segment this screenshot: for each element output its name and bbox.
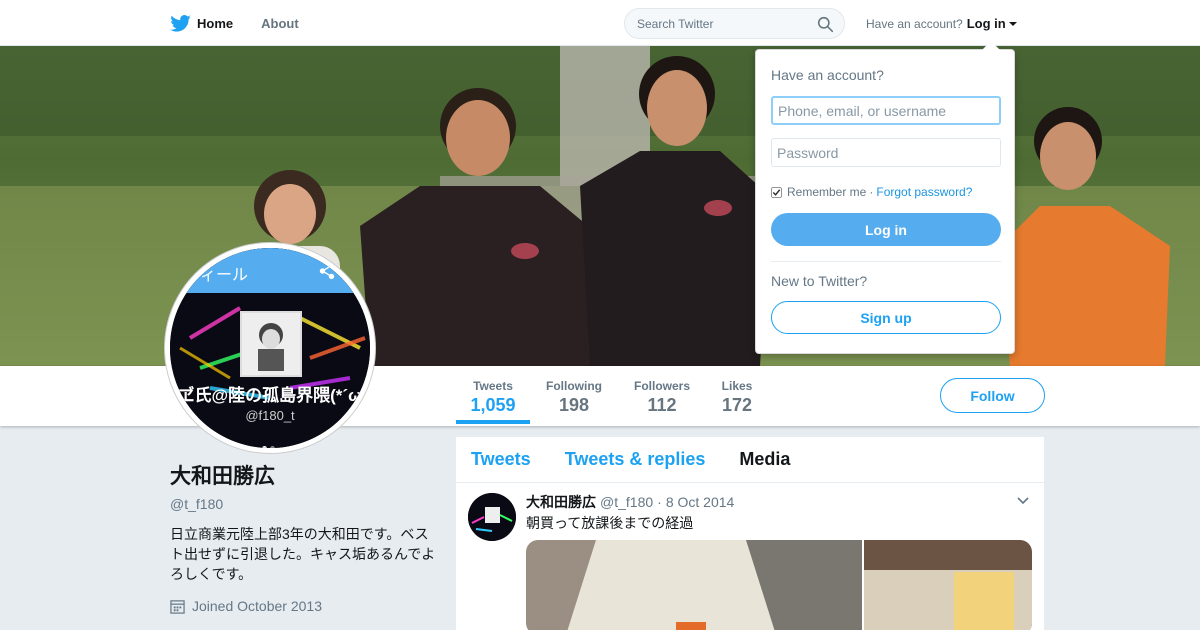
profile-avatar[interactable]: ィール ヹ氏@陸の孤島界隈(*´ω @f180_t [165,243,375,453]
profile-bio-card: 大和田勝広 @t_f180 日立商業元陸上部3年の大和田です。ベスト出せずに引退… [170,460,440,614]
login-dropdown-title: Have an account? [771,67,884,83]
sketch-figure-image [242,313,300,375]
login-menu-toggle[interactable]: Have an account? Log in [866,16,1017,31]
tweet-date[interactable]: 8 Oct 2014 [666,494,735,510]
search-placeholder: Search Twitter [637,17,714,31]
stat-tweets-value: 1,059 [470,395,516,415]
caret-down-icon [1008,21,1017,26]
profile-handle[interactable]: @t_f180 [170,496,440,512]
profile-bio: 日立商業元陸上部3年の大和田です。ベスト出せずに引退した。キャス垢あるんでよろし… [170,526,436,582]
chevron-down-icon[interactable] [1017,497,1029,505]
stat-likes-label: Likes [721,379,753,393]
username-field[interactable] [771,96,1001,125]
top-navigation-bar: Home About Search Twitter Have an accoun… [0,0,1200,46]
profile-name[interactable]: 大和田勝広 [170,460,440,490]
search-icon[interactable] [817,16,834,33]
tab-tweets[interactable]: Tweets [471,449,531,470]
avatar-header-text: ィール [200,267,249,284]
tweet-text: 朝買って放課後までの経過 [526,515,694,531]
dropdown-divider [771,261,1001,262]
carousel-dot [270,446,275,448]
tweet-media[interactable] [526,540,1032,630]
avatar-display-name: ヹ氏@陸の孤島界隈(*´ω [177,386,363,405]
search-box[interactable]: Search Twitter [624,8,845,39]
avatar-header-bar: ィール [170,248,370,293]
login-dropdown: Have an account? Remember me · Forgot pa… [755,41,1015,354]
profile-joined-text: Joined October 2013 [192,598,322,614]
tweet-photo-2[interactable] [864,540,1032,630]
stat-following-value: 198 [558,395,590,415]
new-to-twitter-text: New to Twitter? [771,273,868,289]
tweet-author-name[interactable]: 大和田勝広 [526,492,596,512]
follow-button[interactable]: Follow [940,378,1045,413]
timeline: Tweets Tweets & replies Media 大和田勝広 @t_f… [456,437,1044,630]
tweet-avatar[interactable] [468,493,516,541]
stat-following[interactable]: Following 198 [540,379,608,416]
stat-tweets[interactable]: Tweets 1,059 [456,379,530,416]
stat-followers-label: Followers [633,379,690,393]
tweet-author-handle[interactable]: @t_f180 [600,494,653,510]
remember-me-label[interactable]: Remember me [787,185,866,199]
remember-row: Remember me · Forgot password? [771,185,972,199]
remember-me-checkbox[interactable] [771,186,782,198]
login-button[interactable]: Log in [771,213,1001,246]
remember-separator: · [869,185,874,199]
login-link-label: Log in [966,16,1006,31]
calendar-icon [170,599,185,614]
carousel-dots [262,438,278,448]
nav-about-label: About [261,15,299,31]
nav-home-label: Home [197,15,234,31]
timeline-tabs: Tweets Tweets & replies Media [456,437,1044,483]
tab-media[interactable]: Media [739,449,790,470]
share-icon [319,262,335,280]
tweet[interactable]: 大和田勝広 @t_f180 · 8 Oct 2014 朝買って放課後までの経過 [456,483,1044,630]
stat-likes-value: 172 [721,395,753,415]
stat-following-label: Following [546,379,602,393]
tweet-header: 大和田勝広 @t_f180 · 8 Oct 2014 [526,492,734,512]
stat-followers-value: 112 [647,395,677,415]
stat-followers[interactable]: Followers 112 [628,379,696,416]
avatar-image: ィール ヹ氏@陸の孤島界隈(*´ω @f180_t [170,248,370,448]
tweet-photo-1[interactable] [526,540,862,630]
drink-bag-photo [526,540,862,630]
nav-about[interactable]: About [261,16,299,31]
drink-box-photo [864,540,1032,630]
carousel-dot-active [262,446,267,448]
profile-joined: Joined October 2013 [170,598,440,614]
forgot-password-link[interactable]: Forgot password? [876,185,972,199]
have-account-text: Have an account? [866,16,963,31]
tweet-meta-separator: · [657,494,662,510]
nav-home[interactable]: Home [170,14,234,32]
password-field[interactable] [771,138,1001,167]
avatar-handle: @f180_t [245,408,295,423]
twitter-bird-icon [170,14,191,32]
active-stat-underline [456,420,530,424]
signup-button[interactable]: Sign up [771,301,1001,334]
stat-tweets-label: Tweets [473,379,513,393]
tab-tweets-replies[interactable]: Tweets & replies [565,449,706,470]
avatar-thumbnail [240,311,302,377]
tweet-avatar-image [468,493,516,541]
nav-left: Home About [170,0,327,46]
stat-likes[interactable]: Likes 172 [712,379,762,416]
